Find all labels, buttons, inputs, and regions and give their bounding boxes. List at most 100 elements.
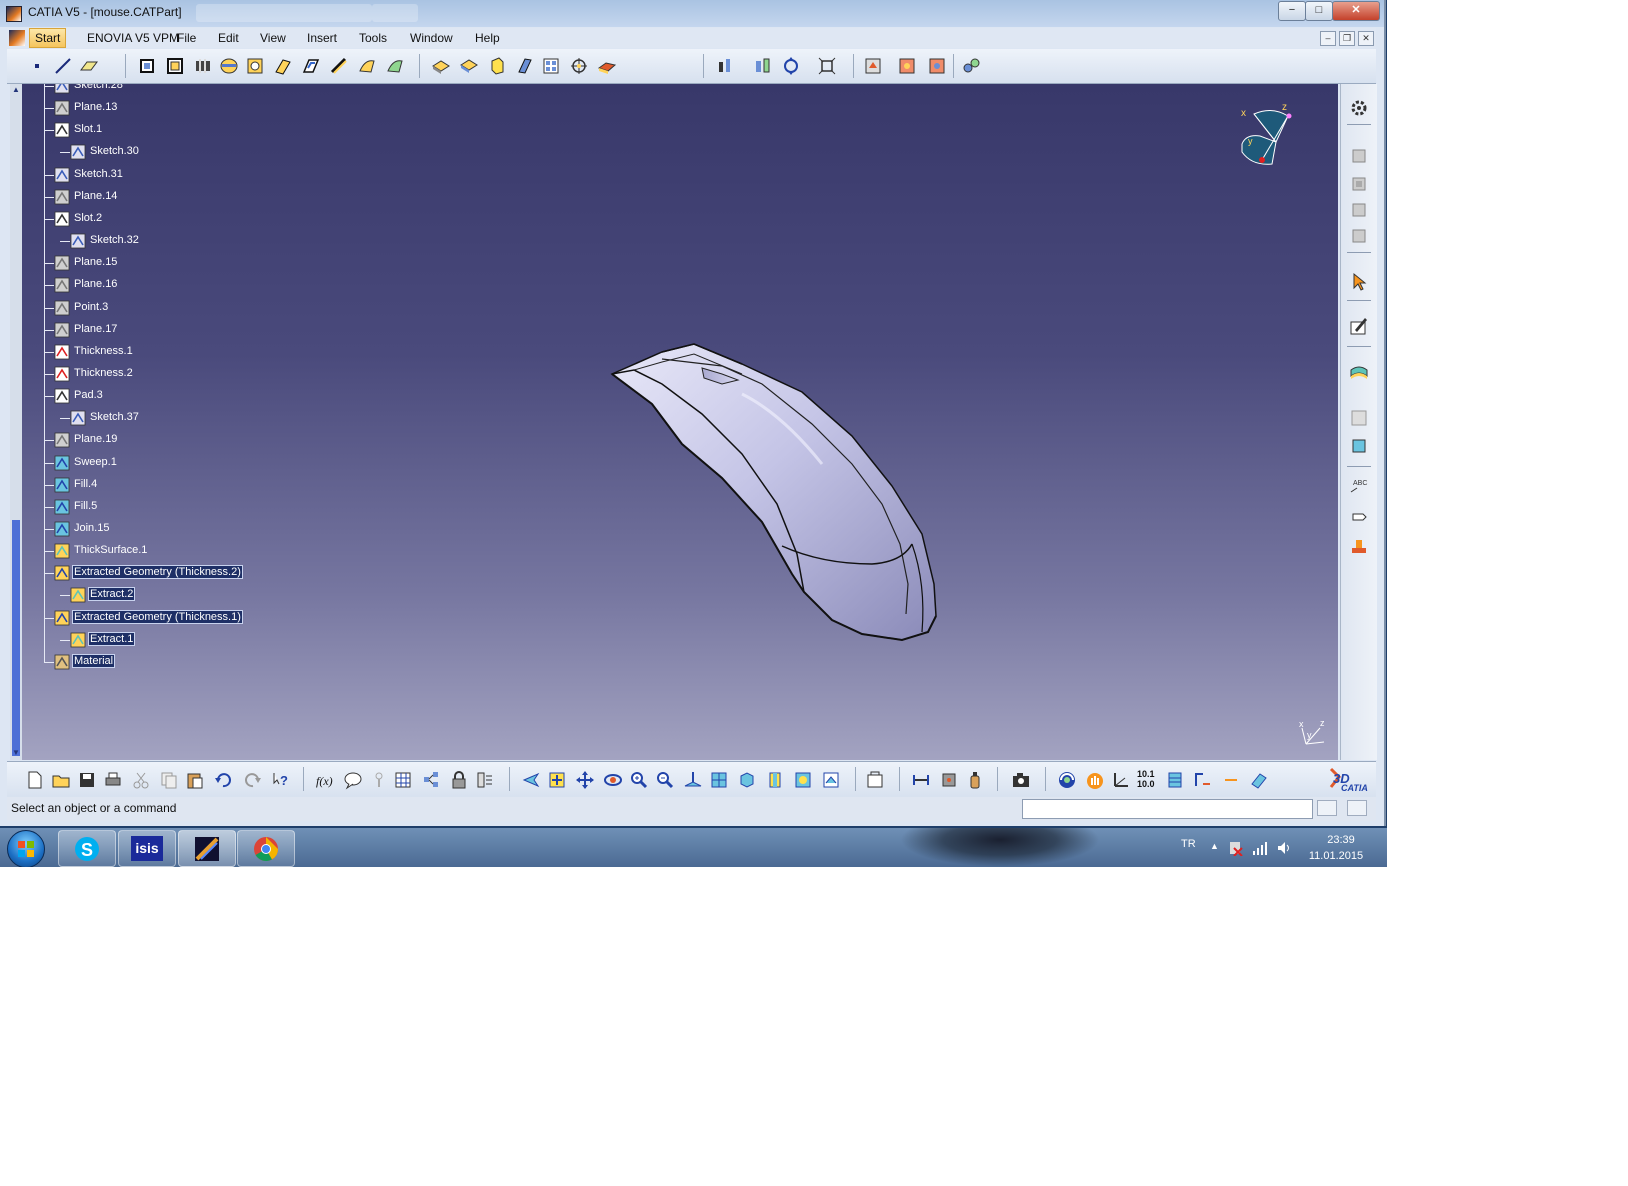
doc-restore-button[interactable]: ❐	[1339, 31, 1355, 46]
select-arrow-icon[interactable]	[1349, 272, 1369, 292]
zoom-out-icon[interactable]	[655, 770, 675, 790]
menu-insert[interactable]: Insert	[302, 28, 342, 48]
menu-edit[interactable]: Edit	[213, 28, 244, 48]
sheet-icon[interactable]	[865, 770, 885, 790]
axis-system-tool-icon[interactable]	[569, 56, 589, 76]
ordered-set-icon[interactable]	[1349, 200, 1369, 220]
body-icon[interactable]	[1349, 146, 1369, 166]
normal-view-icon[interactable]	[683, 770, 703, 790]
geometrical-set-icon[interactable]	[1349, 174, 1369, 194]
rib-tool-icon[interactable]	[273, 56, 293, 76]
close-button[interactable]: ✕	[1332, 1, 1380, 21]
scroll-down-arrow[interactable]: ▼	[11, 748, 21, 758]
extract-icon[interactable]	[1349, 436, 1369, 456]
pocket-tool-icon[interactable]	[165, 56, 185, 76]
apply-material-tool-icon[interactable]	[597, 56, 617, 76]
design-table-icon[interactable]	[393, 770, 413, 790]
dimension-icon[interactable]	[1193, 770, 1213, 790]
menu-view[interactable]: View	[255, 28, 291, 48]
taskbar-skype[interactable]: S	[58, 830, 116, 867]
flag-note-icon[interactable]	[1349, 506, 1369, 526]
axis-view-icon[interactable]	[1111, 770, 1131, 790]
swap-visible-space-icon[interactable]	[821, 770, 841, 790]
title-bar[interactable]: CATIA V5 - [mouse.CATPart] − □ ✕	[0, 0, 1384, 27]
split-view-icon[interactable]	[1349, 408, 1369, 428]
power-input-field[interactable]	[1022, 799, 1313, 819]
groove-tool-icon[interactable]	[219, 56, 239, 76]
line-type-icon[interactable]	[1221, 770, 1241, 790]
boolean-icon[interactable]	[1349, 226, 1369, 246]
document-icon[interactable]	[9, 30, 25, 46]
law-icon[interactable]	[421, 770, 441, 790]
lock-icon[interactable]	[449, 770, 469, 790]
menu-window[interactable]: Window	[405, 28, 458, 48]
new-document-icon[interactable]	[25, 770, 45, 790]
view-mode-icon[interactable]	[765, 770, 785, 790]
show-hidden-icons-arrow[interactable]: ▲	[1210, 841, 1219, 851]
scroll-up-arrow[interactable]: ▲	[11, 85, 21, 95]
pan-icon[interactable]	[817, 56, 837, 76]
pad-tool-icon[interactable]	[137, 56, 157, 76]
scrollbar-thumb[interactable]	[12, 520, 20, 756]
fit-all-icon[interactable]	[781, 56, 801, 76]
camera-icon[interactable]	[1011, 770, 1031, 790]
doc-minimize-button[interactable]: –	[1320, 31, 1336, 46]
mouse-3d-model[interactable]	[22, 84, 1338, 760]
zoom-in-icon[interactable]	[629, 770, 649, 790]
shaft-tool-icon[interactable]	[193, 56, 213, 76]
analysis-icon[interactable]	[897, 56, 917, 76]
hand-pan-icon[interactable]	[1085, 770, 1105, 790]
status-button-1[interactable]	[1317, 800, 1337, 816]
formula-icon[interactable]: f(x)	[315, 770, 335, 790]
comment-icon[interactable]	[343, 770, 363, 790]
stiffener-tool-icon[interactable]	[329, 56, 349, 76]
bottle-icon[interactable]	[965, 770, 985, 790]
catalog-browser-icon[interactable]	[863, 56, 883, 76]
clock-date[interactable]: 11.01.2015	[1306, 850, 1366, 862]
language-indicator[interactable]: TR	[1181, 838, 1196, 850]
menu-file[interactable]: File	[172, 28, 201, 48]
grid-readout[interactable]: 10.1 10.0	[1137, 769, 1159, 791]
sketcher-icon[interactable]	[1349, 316, 1369, 336]
measure-between-icon[interactable]	[715, 56, 735, 76]
undo-icon[interactable]	[213, 770, 233, 790]
save-icon[interactable]	[77, 770, 97, 790]
multi-view-icon[interactable]	[709, 770, 729, 790]
draft-analysis-icon[interactable]	[927, 56, 947, 76]
remove-loft-tool-icon[interactable]	[385, 56, 405, 76]
redo-icon[interactable]	[243, 770, 263, 790]
menu-help[interactable]: Help	[470, 28, 505, 48]
stamp-icon[interactable]	[1349, 536, 1369, 556]
clock-time[interactable]: 23:39	[1316, 834, 1366, 846]
action-center-icon[interactable]	[1228, 840, 1244, 856]
hole-tool-icon[interactable]	[245, 56, 265, 76]
paste-icon[interactable]	[185, 770, 205, 790]
volume-icon[interactable]	[1276, 840, 1292, 856]
loft-tool-icon[interactable]	[357, 56, 377, 76]
split-tool-icon[interactable]	[431, 56, 451, 76]
quick-view-icon[interactable]	[737, 770, 757, 790]
menu-enovia[interactable]: ENOVIA V5 VPM	[82, 28, 184, 48]
measure-inertia-icon[interactable]	[939, 770, 959, 790]
parameter-list-icon[interactable]	[475, 770, 495, 790]
thick-surface-tool-icon[interactable]	[459, 56, 479, 76]
catia-app-icon[interactable]	[6, 6, 22, 22]
gear-icon[interactable]	[1349, 98, 1369, 118]
line-tool-icon[interactable]	[53, 56, 73, 76]
point-tool-icon[interactable]	[27, 56, 47, 76]
open-folder-icon[interactable]	[51, 770, 71, 790]
status-button-2[interactable]	[1347, 800, 1367, 816]
measure-distance-icon[interactable]	[911, 770, 931, 790]
cut-icon[interactable]	[131, 770, 151, 790]
rotate-view-icon[interactable]	[603, 770, 623, 790]
windows-start-button[interactable]	[7, 830, 45, 867]
close-surface-tool-icon[interactable]	[487, 56, 507, 76]
minimize-button[interactable]: −	[1278, 1, 1306, 21]
doc-close-button[interactable]: ✕	[1358, 31, 1374, 46]
3d-viewport[interactable]: x z y x z y Sketch.28 Plane.13 Slot.1 Sketc…	[22, 84, 1338, 760]
key-icon[interactable]	[369, 770, 389, 790]
hide-show-icon[interactable]	[793, 770, 813, 790]
fly-mode-icon[interactable]	[521, 770, 541, 790]
taskbar-isis[interactable]: isis	[118, 830, 176, 867]
print-icon[interactable]	[103, 770, 123, 790]
